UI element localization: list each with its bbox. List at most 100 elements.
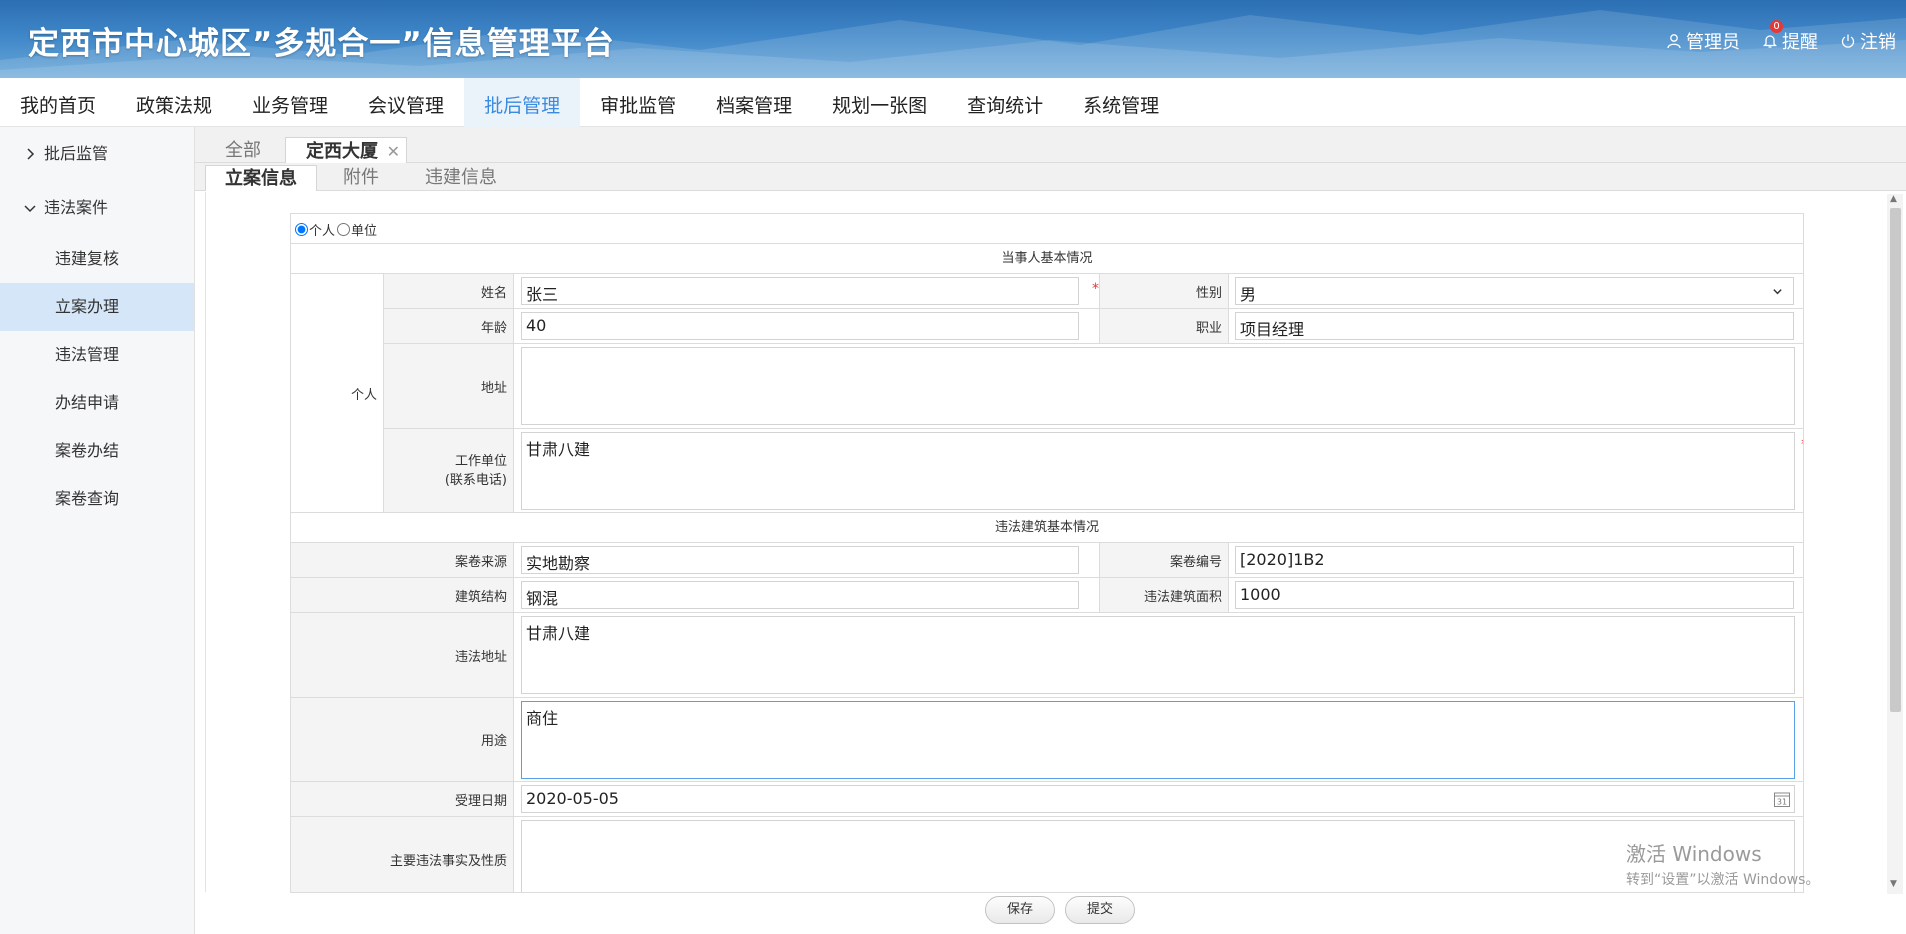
row-structure-area: 建筑结构 钢混 违法建筑面积 1000: [291, 577, 1803, 612]
tab-filing-info[interactable]: 立案信息: [205, 165, 317, 191]
row-usage: 用途 商住: [291, 697, 1803, 781]
sidebar-group-post-supervision[interactable]: 批后监管: [0, 127, 194, 181]
row-main-facts: 主要违法事实及性质: [291, 816, 1803, 892]
work-unit-label-line2: (联系电话): [444, 472, 507, 488]
watermark-line2: 转到“设置”以激活 Windows。: [1626, 872, 1820, 888]
sidebar-item-illegal-manage[interactable]: 违法管理: [0, 331, 194, 379]
accept-date-input[interactable]: 2020-05-05 31: [521, 785, 1795, 813]
tab-attachments[interactable]: 附件: [343, 165, 379, 191]
structure-label-text: 建筑结构: [454, 589, 507, 605]
nav-item-query-stats[interactable]: 查询统计: [947, 78, 1063, 127]
structure-label: 建筑结构: [291, 578, 514, 612]
save-button[interactable]: 保存: [985, 896, 1055, 924]
nav-item-planning-map[interactable]: 规划一张图: [812, 78, 947, 127]
scrollbar[interactable]: ▲ ▼: [1887, 194, 1903, 894]
sidebar-item-close-apply[interactable]: 办结申请: [0, 379, 194, 427]
row-name-gender: 姓名 张三 * 性别 男: [384, 273, 1803, 308]
close-icon[interactable]: ✕: [387, 138, 400, 165]
watermark-line1: 激活 Windows: [1626, 842, 1762, 866]
required-marker: *: [1801, 437, 1803, 453]
caseno-label: 案卷编号: [1099, 543, 1229, 577]
illegal-address-textarea[interactable]: 甘肃八建: [521, 616, 1795, 694]
scroll-up-icon[interactable]: ▲: [1890, 194, 1897, 204]
work-unit-label: 工作单位 (联系电话): [384, 429, 514, 512]
nav-item-home[interactable]: 我的首页: [0, 78, 116, 127]
main-tab-bar: 全部 定西大厦 ✕: [195, 127, 1906, 164]
svg-text:31: 31: [1777, 798, 1787, 807]
reminder-button[interactable]: 0 提醒: [1762, 20, 1818, 54]
scroll-thumb[interactable]: [1890, 208, 1901, 712]
job-label: 职业: [1099, 309, 1229, 343]
sidebar-item-filing[interactable]: 立案办理: [0, 283, 194, 331]
nav-item-archive[interactable]: 档案管理: [696, 78, 812, 127]
area-label-text: 违法建筑面积: [1143, 589, 1222, 605]
row-source-caseno: 案卷来源 实地勘察 案卷编号 [2020]1B2: [291, 542, 1803, 577]
tab-violation-info[interactable]: 违建信息: [425, 165, 497, 191]
gender-label: 性别: [1099, 274, 1229, 308]
usage-textarea[interactable]: 商住: [521, 701, 1795, 779]
admin-button[interactable]: 管理员: [1666, 28, 1740, 54]
radio-personal-label: 个人: [309, 224, 336, 239]
nav-item-post-approval[interactable]: 批后管理: [464, 78, 581, 127]
nav-item-business[interactable]: 业务管理: [232, 78, 348, 127]
app-title: 定西市中心城区”多规合一”信息管理平台: [28, 26, 615, 62]
nav-item-approval-supervision[interactable]: 审批监管: [580, 78, 696, 127]
age-input[interactable]: 40: [521, 312, 1079, 340]
nav-item-policy[interactable]: 政策法规: [116, 78, 232, 127]
submit-button[interactable]: 提交: [1065, 896, 1135, 924]
sidebar-item-case-query[interactable]: 案卷查询: [0, 475, 194, 523]
radio-personal[interactable]: [295, 223, 308, 236]
chevron-down-icon: [1773, 289, 1782, 295]
caseno-input[interactable]: [2020]1B2: [1235, 546, 1794, 574]
usage-label: 用途: [291, 698, 514, 781]
usage-label-text: 用途: [480, 734, 507, 749]
reminder-count-badge: 0: [1770, 20, 1783, 33]
age-label-text: 年龄: [480, 320, 507, 336]
user-icon: [1667, 34, 1681, 49]
accept-date-label-text: 受理日期: [454, 793, 507, 809]
radio-unit[interactable]: [337, 223, 351, 236]
gender-label-text: 性别: [1195, 285, 1222, 301]
row-accept-date: 受理日期 2020-05-05 31: [291, 781, 1803, 816]
area-input[interactable]: 1000: [1235, 581, 1794, 609]
nav-item-system[interactable]: 系统管理: [1063, 78, 1179, 127]
section-building-info: 违法建筑基本情况: [291, 512, 1803, 542]
chevron-right-icon: [27, 148, 35, 160]
sidebar-item-case-close[interactable]: 案卷办结: [0, 427, 194, 475]
case-form: 个人 单位 当事人基本情况 个人 姓名 张三 * 性别 男 年龄 40 职业 项…: [290, 213, 1804, 893]
main-nav: 我的首页 政策法规 业务管理 会议管理 批后管理 审批监管 档案管理 规划一张图…: [0, 78, 1906, 127]
gender-select[interactable]: 男: [1235, 277, 1794, 305]
logout-button[interactable]: 注销: [1840, 28, 1896, 54]
sidebar-item-review[interactable]: 违建复核: [0, 235, 194, 283]
name-input[interactable]: 张三: [521, 277, 1079, 305]
nav-item-meeting[interactable]: 会议管理: [348, 78, 464, 127]
name-label: 姓名: [384, 274, 514, 308]
calendar-icon[interactable]: 31: [1773, 790, 1791, 808]
tab-label: 定西大厦: [306, 141, 378, 162]
required-marker: *: [1092, 281, 1099, 297]
work-unit-textarea[interactable]: 甘肃八建: [521, 432, 1795, 510]
accept-date-value: 2020-05-05: [526, 789, 619, 808]
row-age-job: 年龄 40 职业 项目经理: [384, 308, 1803, 343]
chevron-down-icon: [24, 205, 36, 213]
tab-dingxi-building[interactable]: 定西大厦 ✕: [285, 137, 407, 164]
row-work-unit: 工作单位 (联系电话) 甘肃八建 *: [384, 428, 1803, 512]
sidebar-group-illegal-cases[interactable]: 违法案件: [0, 181, 194, 235]
row-address: 地址: [384, 343, 1803, 428]
accept-date-label: 受理日期: [291, 782, 514, 816]
app-header: 定西市中心城区”多规合一”信息管理平台 管理员 0 提醒 注销: [0, 0, 1906, 78]
address-textarea[interactable]: [521, 347, 1795, 425]
personal-group-label: 个人: [291, 273, 384, 512]
tab-all[interactable]: 全部: [225, 137, 261, 164]
job-input[interactable]: 项目经理: [1235, 312, 1794, 340]
area-label: 违法建筑面积: [1099, 578, 1229, 612]
scroll-down-icon[interactable]: ▼: [1890, 879, 1897, 889]
address-label: 地址: [384, 344, 514, 428]
structure-input[interactable]: 钢混: [521, 581, 1079, 609]
row-illegal-address: 违法地址 甘肃八建: [291, 612, 1803, 697]
age-label: 年龄: [384, 309, 514, 343]
source-input[interactable]: 实地勘察: [521, 546, 1079, 574]
sidebar: 批后监管 违法案件 违建复核 立案办理 违法管理 办结申请 案卷办结 案卷查询: [0, 127, 195, 934]
main-facts-textarea[interactable]: [521, 820, 1795, 892]
illegal-address-label: 违法地址: [291, 613, 514, 697]
